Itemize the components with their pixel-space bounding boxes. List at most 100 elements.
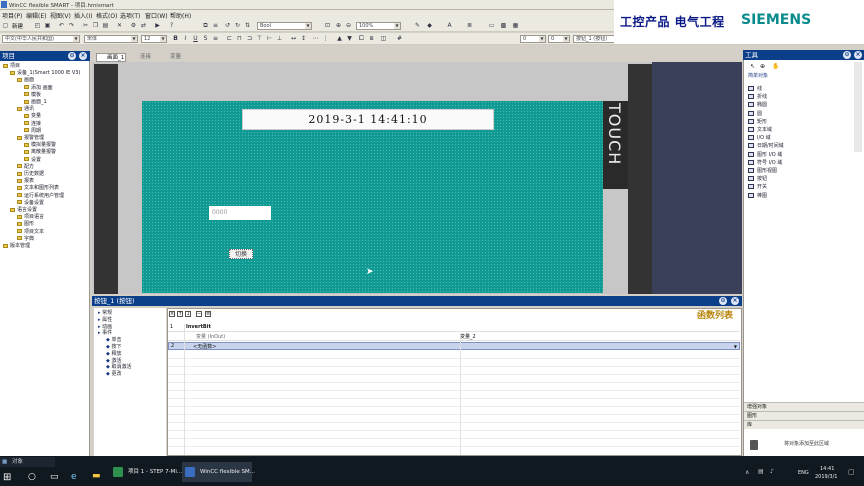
chevron-down-icon[interactable]: ▼ (394, 23, 400, 29)
toolbox-section-library[interactable]: 库 (744, 420, 864, 429)
shadow-icon[interactable]: ▦ (512, 22, 519, 29)
taskbar-step7[interactable]: 项目 1 - STEP 7-Mi... (110, 462, 182, 482)
tree-item[interactable]: 连接 (24, 121, 41, 127)
font-color-icon[interactable]: A (446, 22, 453, 29)
pin-icon[interactable]: ⊙ (843, 51, 851, 59)
font-combo[interactable]: Bool ▼ (257, 22, 312, 30)
redo-icon[interactable]: ↷ (68, 22, 75, 29)
toolbox-item[interactable]: 棒图 (748, 192, 767, 200)
tree-item[interactable]: 历史数据 (17, 171, 44, 177)
transfer-icon[interactable]: ⇄ (140, 22, 147, 29)
search-icon[interactable]: ○ (28, 472, 36, 482)
tree-item[interactable]: 字典 (17, 236, 34, 242)
cut-icon[interactable]: ✂ (82, 22, 89, 29)
tray-up-icon[interactable]: ∧ (745, 469, 749, 476)
tree-item[interactable]: 运行系统用户管理 (17, 193, 64, 199)
tree-item[interactable]: 项目语言 (17, 214, 44, 220)
layer-icon[interactable]: ◫ (380, 35, 387, 42)
line-color-icon[interactable]: ✎ (414, 22, 421, 29)
tab-tags[interactable]: 变量 (160, 53, 188, 62)
toolbox-section-graphics[interactable]: 图形 (744, 411, 864, 420)
props-nav-item[interactable]: ◆ 单击 (106, 337, 121, 343)
chevron-down-icon[interactable]: ▼ (131, 36, 137, 42)
props-nav-item[interactable]: ▸ 事件 (98, 330, 112, 336)
toolbox-item[interactable]: 开关 (748, 184, 767, 191)
chevron-down-icon[interactable]: ▼ (305, 23, 311, 29)
same-height-icon[interactable]: ↕ (300, 35, 307, 42)
tree-item[interactable]: 周期 (24, 128, 41, 134)
italic-icon[interactable]: I (182, 35, 189, 42)
border-icon[interactable]: ▭ (488, 22, 495, 29)
toolbox-item[interactable]: 日期/时间域 (748, 143, 784, 150)
tree-item[interactable]: 画面 (17, 77, 34, 83)
delete-icon[interactable]: ✕ (116, 22, 123, 29)
function-row-2[interactable]: 2 <无函数> ▼ (168, 342, 740, 350)
rotate-left-icon[interactable]: ↺ (224, 22, 231, 29)
spin-field-1[interactable]: 0 ▼ (520, 35, 546, 43)
delete-row-icon[interactable]: × (169, 311, 175, 317)
props-nav-item[interactable]: ◆ 取消激活 (106, 364, 131, 370)
function-row-param[interactable]: 变量 (InOut) 变量_2 (168, 333, 740, 341)
tree-item[interactable]: 通讯 (17, 106, 34, 112)
function-row-1[interactable]: 1 InvertBit (168, 324, 740, 332)
tree-item[interactable]: 报警管理 (17, 135, 44, 141)
pin-icon[interactable]: ⊙ (68, 52, 76, 60)
toolbox-item[interactable]: 图形视图 (748, 168, 777, 175)
undo-icon[interactable]: ↶ (58, 22, 65, 29)
font-name-combo[interactable]: 宋体 ▼ (84, 35, 138, 43)
tree-item[interactable]: 报表 (17, 178, 34, 184)
menu-view[interactable]: 视图(V) (50, 11, 71, 20)
menu-help[interactable]: 帮助(H) (170, 11, 191, 20)
volume-icon[interactable]: ♪ (770, 468, 774, 475)
toolbox-item[interactable]: 圆 (748, 110, 762, 118)
underline-icon[interactable]: U (192, 35, 199, 42)
bring-front-icon[interactable]: ⧉ (202, 22, 209, 29)
props-nav-item[interactable]: ▸ 属性 (98, 317, 112, 323)
close-icon[interactable]: × (79, 52, 87, 60)
tree-item[interactable]: 项目文本 (17, 229, 44, 235)
font-size-combo[interactable]: 12 ▼ (141, 35, 167, 43)
paste-icon[interactable]: ▤ (102, 22, 109, 29)
align-right-icon[interactable]: ⊐ (246, 35, 253, 42)
tree-item[interactable]: 模拟量报警 (24, 142, 56, 148)
network-icon[interactable]: ▤ (758, 468, 764, 475)
simulate-icon[interactable]: ▶ (154, 22, 161, 29)
param-value[interactable]: 变量_2 (460, 333, 476, 340)
same-width-icon[interactable]: ↔ (290, 35, 297, 42)
props-nav-item[interactable]: ▸ 常规 (98, 310, 112, 316)
chevron-down-icon[interactable]: ▼ (73, 36, 79, 42)
toolbox-item[interactable]: 按钮 (748, 176, 767, 183)
grid-icon[interactable]: # (396, 35, 403, 42)
props-nav-item[interactable]: ◆ 按下 (106, 344, 121, 350)
align-middle-icon[interactable]: ⊢ (266, 35, 273, 42)
tree-item[interactable]: 设备_1(Smart 1000 IE V3) (10, 70, 80, 76)
tree-item[interactable]: 添加 画面 (24, 85, 53, 91)
menu-window[interactable]: 窗口(W) (145, 11, 168, 20)
to-front-icon[interactable]: ▲ (336, 35, 343, 42)
fill-color-icon[interactable]: ◆ (426, 22, 433, 29)
chevron-down-icon[interactable]: ▼ (539, 36, 545, 42)
menu-insert[interactable]: 插入(I) (74, 11, 92, 20)
bold-icon[interactable]: B (172, 35, 179, 42)
spin-field-2[interactable]: 0 ▼ (548, 35, 570, 43)
new-icon[interactable]: ▢ (2, 22, 9, 29)
menu-options[interactable]: 选项(T) (120, 11, 140, 20)
zoom-out-icon[interactable]: ⊖ (345, 22, 352, 29)
align-left-icon[interactable]: ⊏ (226, 35, 233, 42)
tree-item[interactable]: 版本管理 (3, 243, 30, 249)
tree-item[interactable]: 画面_1 (24, 99, 47, 105)
align-icon[interactable]: ≡ (212, 22, 219, 29)
toolbox-item[interactable]: 图形 I/O 域 (748, 151, 782, 159)
tree-item[interactable]: 配方 (17, 164, 34, 170)
tree-item[interactable]: 设备设置 (17, 200, 44, 206)
expand-all-icon[interactable]: ≡ (205, 311, 211, 317)
zoom-tool-icon[interactable]: ⊕ (760, 63, 765, 70)
open-icon[interactable]: ◰ (34, 22, 41, 29)
text-left-icon[interactable]: ≡ (212, 35, 219, 42)
windows-start-icon[interactable]: ⊞ (3, 472, 11, 483)
date-time-field[interactable]: 2019-3-1 14:41:10 (242, 109, 494, 130)
toolbox-section-enhanced[interactable]: 增强对象 (744, 402, 864, 411)
zoom-fit-icon[interactable]: ⊡ (324, 22, 331, 29)
toolbox-item[interactable]: 符号 I/O 域 (748, 159, 782, 167)
tree-item[interactable]: 离散量报警 (24, 149, 56, 155)
